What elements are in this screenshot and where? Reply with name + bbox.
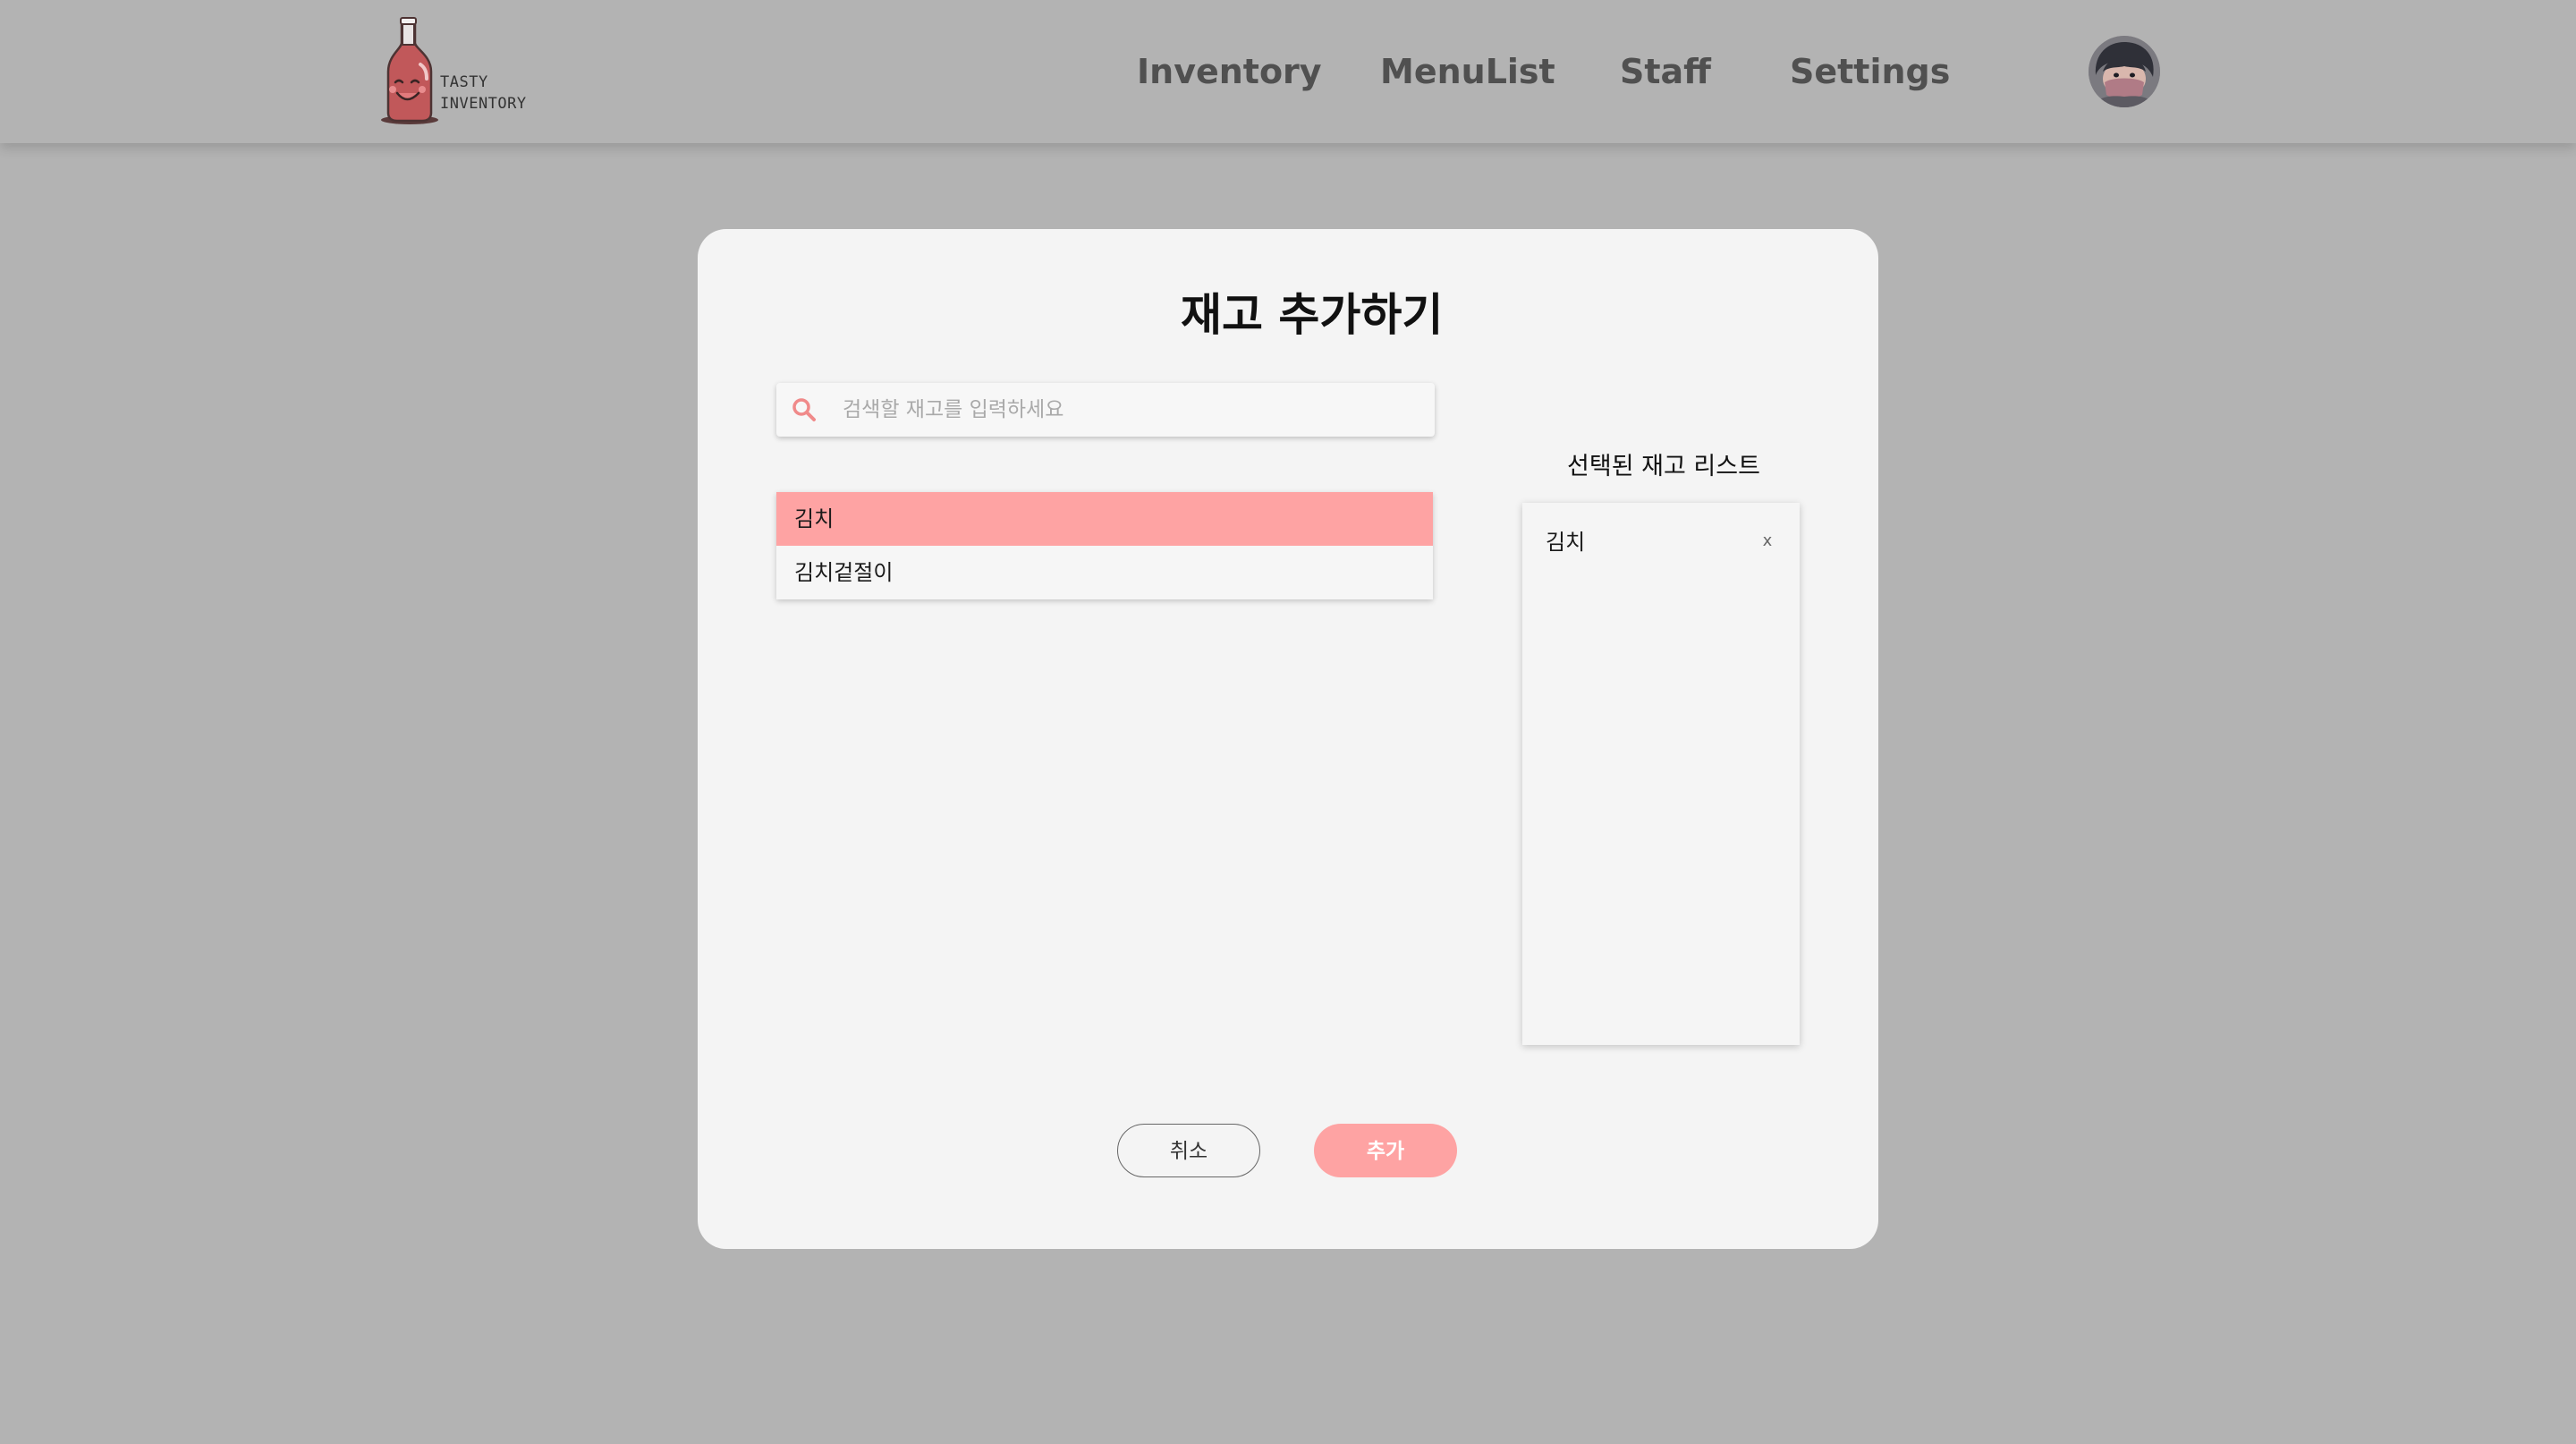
logo-text-line2: INVENTORY — [440, 95, 527, 113]
add-button[interactable]: 추가 — [1314, 1124, 1457, 1177]
cancel-button[interactable]: 취소 — [1117, 1124, 1260, 1177]
search-box[interactable] — [776, 383, 1435, 437]
bottle-mascot-icon — [381, 17, 438, 124]
nav-settings[interactable]: Settings — [1790, 45, 1950, 98]
modal-title: 재고 추가하기 — [1181, 289, 1444, 341]
search-result-list: 김치 김치겉절이 — [776, 492, 1433, 599]
remove-item-button[interactable]: x — [1757, 524, 1778, 560]
app-logo[interactable]: TASTY INVENTORY — [379, 16, 531, 127]
logo-text: TASTY INVENTORY — [440, 72, 527, 115]
search-input[interactable] — [843, 383, 1415, 437]
add-inventory-modal: 재고 추가하기 김치 김치겉절이 선택된 재고 리스트 김치 x 취소 추가 — [698, 229, 1878, 1249]
result-item[interactable]: 김치 — [776, 492, 1433, 546]
nav-staff[interactable]: Staff — [1620, 45, 1711, 98]
top-navigation-bar: TASTY INVENTORY Inventory MenuList Staff… — [0, 0, 2576, 143]
nav-menulist[interactable]: MenuList — [1380, 45, 1555, 98]
selected-list-panel: 김치 x — [1522, 503, 1800, 1045]
logo-text-line1: TASTY — [440, 73, 488, 91]
avatar-icon — [2089, 36, 2160, 107]
nav-inventory[interactable]: Inventory — [1137, 45, 1322, 98]
selected-list-title: 선택된 재고 리스트 — [1567, 453, 1760, 480]
selected-item-label: 김치 — [1546, 530, 1586, 555]
result-item[interactable]: 김치겉절이 — [776, 546, 1433, 599]
selected-item: 김치 x — [1546, 524, 1778, 560]
search-icon — [792, 398, 816, 421]
user-avatar[interactable] — [2089, 36, 2160, 107]
